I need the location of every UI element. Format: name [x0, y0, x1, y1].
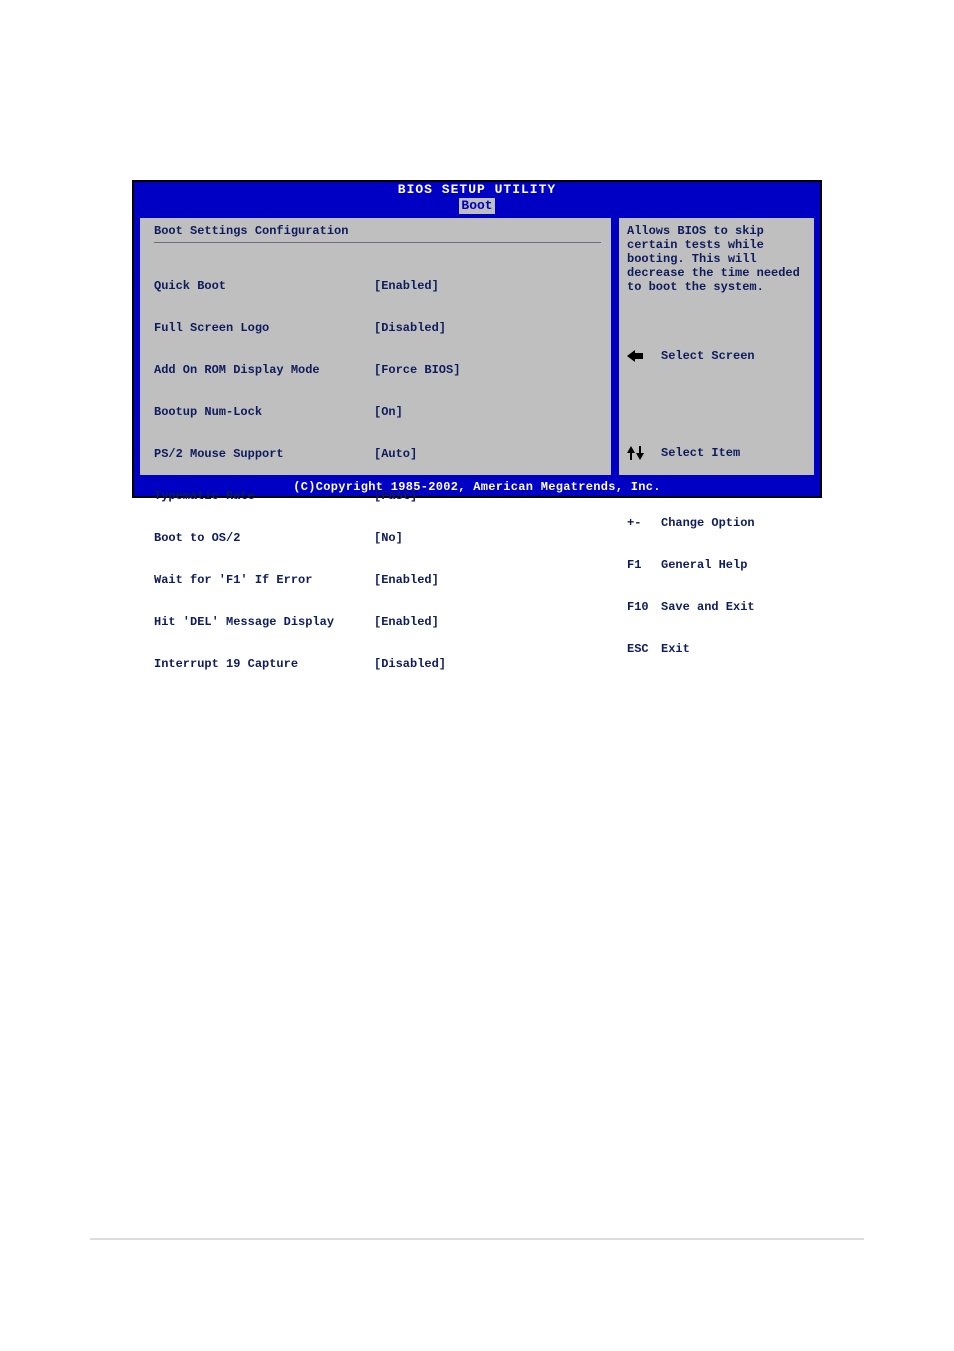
legend-action: Exit	[661, 642, 690, 656]
setting-label: Hit 'DEL' Message Display	[154, 615, 374, 629]
setting-row[interactable]: Boot to OS/2[No]	[154, 531, 601, 545]
legend-action: Select Screen	[661, 349, 755, 363]
legend-row: F1 General Help	[627, 558, 806, 572]
legend-row: Select Item	[627, 418, 806, 488]
settings-pane: Boot Settings Configuration Quick Boot[E…	[134, 214, 615, 479]
app-title: BIOS SETUP UTILITY	[134, 182, 820, 198]
legend-key: ESC	[627, 642, 661, 656]
setting-row[interactable]: Typematic Rate[Fast]	[154, 489, 601, 503]
setting-row[interactable]: Interrupt 19 Capture[Disabled]	[154, 657, 601, 671]
setting-value[interactable]: [Enabled]	[374, 279, 601, 293]
setting-value[interactable]: [Auto]	[374, 447, 601, 461]
setting-value[interactable]: [Fast]	[374, 489, 601, 503]
setting-row[interactable]: Bootup Num-Lock[On]	[154, 405, 601, 419]
key-legend: Select Screen Select Item	[627, 294, 806, 684]
legend-row: +- Change Option	[627, 516, 806, 530]
legend-key: F1	[627, 558, 661, 572]
divider	[154, 242, 601, 243]
section-title: Boot Settings Configuration	[154, 224, 601, 238]
setting-value[interactable]: [No]	[374, 531, 601, 545]
arrow-left-icon	[627, 322, 661, 390]
setting-row[interactable]: Full Screen Logo[Disabled]	[154, 321, 601, 335]
setting-label: Quick Boot	[154, 279, 374, 293]
legend-action: Change Option	[661, 516, 755, 530]
setting-row[interactable]: PS/2 Mouse Support[Auto]	[154, 447, 601, 461]
setting-row[interactable]: Add On ROM Display Mode[Force BIOS]	[154, 363, 601, 377]
legend-row: ESC Exit	[627, 642, 806, 656]
setting-label: Wait for 'F1' If Error	[154, 573, 374, 587]
legend-key: F10	[627, 600, 661, 614]
setting-label: Full Screen Logo	[154, 321, 374, 335]
help-text: Allows BIOS to skip certain tests while …	[627, 224, 806, 294]
setting-value[interactable]: [Disabled]	[374, 321, 601, 335]
setting-value[interactable]: [Enabled]	[374, 573, 601, 587]
settings-list: Quick Boot[Enabled] Full Screen Logo[Dis…	[154, 251, 601, 699]
setting-value[interactable]: [Force BIOS]	[374, 363, 601, 377]
bios-body: Boot Settings Configuration Quick Boot[E…	[132, 214, 822, 479]
setting-label: Boot to OS/2	[154, 531, 374, 545]
arrows-updown-icon	[627, 418, 661, 488]
legend-action: General Help	[661, 558, 747, 572]
setting-label: Interrupt 19 Capture	[154, 657, 374, 671]
setting-row[interactable]: Hit 'DEL' Message Display[Enabled]	[154, 615, 601, 629]
legend-row: Select Screen	[627, 322, 806, 390]
legend-action: Save and Exit	[661, 600, 755, 614]
legend-row: F10 Save and Exit	[627, 600, 806, 614]
setting-label: Typematic Rate	[154, 489, 374, 503]
setting-value[interactable]: [On]	[374, 405, 601, 419]
active-tab[interactable]: Boot	[459, 198, 494, 214]
legend-action: Select Item	[661, 446, 740, 460]
legend-key: +-	[627, 516, 661, 530]
setting-label: Bootup Num-Lock	[154, 405, 374, 419]
setting-value[interactable]: [Disabled]	[374, 657, 601, 671]
setting-row[interactable]: Quick Boot[Enabled]	[154, 279, 601, 293]
help-pane: Allows BIOS to skip certain tests while …	[615, 214, 820, 479]
setting-label: PS/2 Mouse Support	[154, 447, 374, 461]
bios-window: BIOS SETUP UTILITY Boot Boot Settings Co…	[132, 180, 822, 498]
page-divider	[90, 1238, 864, 1240]
title-bar: BIOS SETUP UTILITY Boot	[132, 180, 822, 214]
setting-value[interactable]: [Enabled]	[374, 615, 601, 629]
setting-label: Add On ROM Display Mode	[154, 363, 374, 377]
setting-row[interactable]: Wait for 'F1' If Error[Enabled]	[154, 573, 601, 587]
